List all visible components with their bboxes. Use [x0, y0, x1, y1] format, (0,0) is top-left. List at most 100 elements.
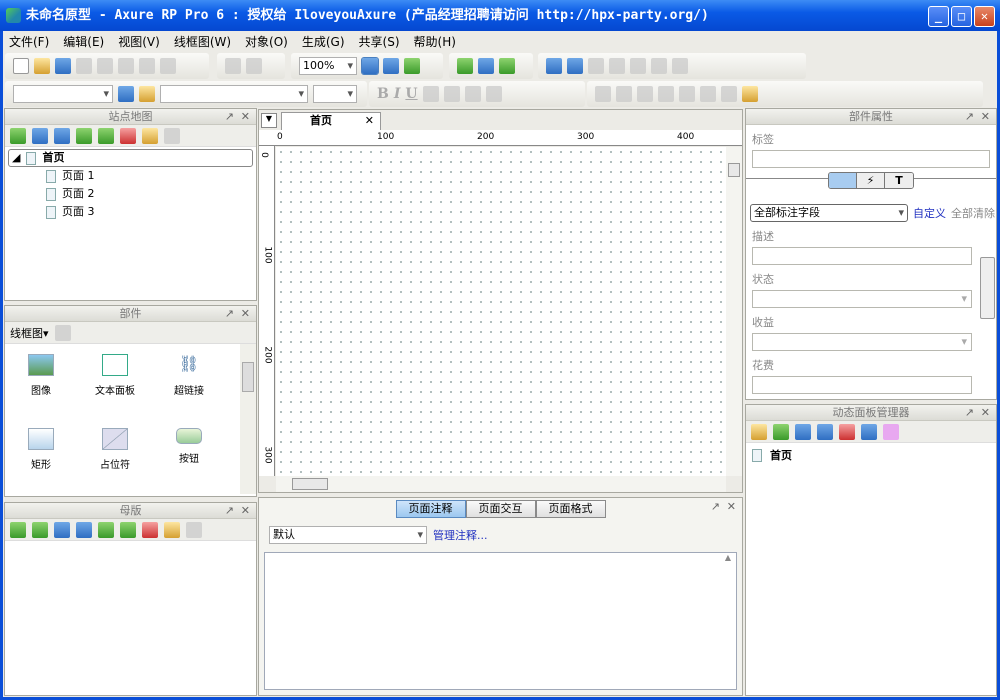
manage-notes-link[interactable]: 管理注释...	[433, 527, 488, 543]
notes-textarea[interactable]: ▲	[264, 552, 737, 690]
vertical-scrollbar[interactable]	[726, 147, 742, 476]
notes-scrollbar[interactable]: ▲	[720, 553, 736, 689]
copy-icon[interactable]	[97, 58, 113, 74]
add-state-icon[interactable]	[773, 423, 789, 440]
annotations-tab-icon[interactable]	[829, 173, 857, 188]
formatting-tab-icon[interactable]: T	[885, 173, 913, 188]
font-size-select[interactable]	[313, 85, 357, 103]
rename-icon[interactable]	[164, 521, 180, 538]
pin-icon[interactable]: ↗	[711, 500, 720, 513]
page-item[interactable]: 页面 1	[8, 167, 253, 185]
benefit-select[interactable]	[752, 333, 972, 351]
line-color-icon[interactable]	[567, 58, 583, 74]
pin-icon[interactable]: ↗	[965, 109, 974, 125]
font-select[interactable]	[160, 85, 308, 103]
widget-library-select[interactable]: 线框图▾	[10, 325, 49, 341]
generate-other-icon[interactable]	[499, 58, 515, 74]
search-icon[interactable]	[186, 521, 202, 538]
open-icon[interactable]	[34, 58, 50, 74]
search-icon[interactable]	[164, 127, 180, 144]
widgets-scrollbar[interactable]	[240, 344, 256, 494]
delete-icon[interactable]	[142, 521, 158, 538]
close-tab-icon[interactable]: ✕	[365, 113, 374, 129]
align-icon[interactable]	[672, 58, 688, 74]
edit-state-icon[interactable]	[861, 423, 877, 440]
move-up-icon[interactable]	[795, 423, 811, 440]
menu-share[interactable]: 共享(S)	[359, 33, 400, 50]
clear-all-link[interactable]: 全部清除	[951, 205, 995, 221]
label-input[interactable]	[752, 150, 990, 168]
widget-placeholder[interactable]: 占位符	[85, 428, 145, 471]
add-folder-icon[interactable]	[32, 521, 48, 538]
menu-view[interactable]: 视图(V)	[118, 33, 160, 50]
close-icon[interactable]: ✕	[241, 503, 250, 519]
move-down-icon[interactable]	[54, 127, 70, 144]
zoom-select[interactable]: 100%	[299, 57, 357, 75]
line-style-icon[interactable]	[609, 58, 625, 74]
delete-icon[interactable]	[839, 423, 855, 440]
cut-icon[interactable]	[76, 58, 92, 74]
rename-icon[interactable]	[142, 127, 158, 144]
close-icon[interactable]: ✕	[727, 500, 736, 513]
widget-rectangle[interactable]: 矩形	[11, 428, 71, 471]
close-icon[interactable]: ✕	[981, 109, 990, 125]
align-left-icon[interactable]	[422, 86, 439, 102]
horizontal-scrollbar[interactable]	[276, 476, 726, 492]
menu-generate[interactable]: 生成(G)	[302, 33, 345, 50]
close-icon[interactable]: ✕	[241, 109, 250, 125]
undo-icon[interactable]	[139, 58, 155, 74]
menu-edit[interactable]: 编辑(E)	[63, 33, 104, 50]
bold-button[interactable]: B	[377, 86, 389, 102]
page-item[interactable]: 页面 2	[8, 185, 253, 203]
generate-word-icon[interactable]	[478, 58, 494, 74]
search-icon[interactable]	[54, 324, 71, 341]
notes-set-select[interactable]: 默认	[269, 526, 427, 544]
close-button[interactable]: ✕	[974, 6, 995, 27]
tab-menu-button[interactable]: ▼	[261, 113, 277, 128]
menu-file[interactable]: 文件(F)	[9, 33, 49, 50]
hide-icon[interactable]	[742, 86, 758, 102]
move-up-icon[interactable]	[32, 127, 48, 144]
outdent-icon[interactable]	[120, 521, 136, 538]
page-root[interactable]: ◢ 首页	[8, 149, 253, 167]
design-canvas[interactable]	[276, 147, 726, 476]
maximize-button[interactable]: □	[951, 6, 972, 27]
generate-html-icon[interactable]	[457, 58, 473, 74]
text-color-icon[interactable]	[485, 86, 502, 102]
format-icon[interactable]	[225, 58, 241, 74]
widget-hyperlink[interactable]: ⛓ 超链接	[159, 354, 219, 397]
add-page-icon[interactable]	[10, 127, 26, 144]
format-painter-icon[interactable]	[139, 86, 155, 102]
dynamic-panel-root[interactable]: 首页	[746, 443, 996, 467]
move-up-icon[interactable]	[54, 521, 70, 538]
italic-button[interactable]: I	[394, 86, 401, 102]
paint-icon[interactable]	[246, 58, 262, 74]
close-icon[interactable]: ✕	[241, 306, 250, 322]
properties-scrollbar[interactable]	[980, 241, 995, 399]
align-objects-icon[interactable]	[679, 86, 695, 102]
ungroup-icon[interactable]	[616, 86, 632, 102]
arrow-style-icon[interactable]	[630, 58, 646, 74]
indent-icon[interactable]	[98, 521, 114, 538]
redo-icon[interactable]	[160, 58, 176, 74]
description-input[interactable]	[752, 247, 972, 265]
menu-wireframe[interactable]: 线框图(W)	[174, 33, 231, 50]
tab-page-format[interactable]: 页面格式	[535, 500, 606, 518]
distribute-icon[interactable]	[700, 86, 716, 102]
group-icon[interactable]	[595, 86, 611, 102]
status-select[interactable]	[752, 290, 972, 308]
bring-front-icon[interactable]	[637, 86, 653, 102]
send-back-icon[interactable]	[658, 86, 674, 102]
minimize-button[interactable]: _	[928, 6, 949, 27]
page-item[interactable]: 页面 3	[8, 203, 253, 221]
outdent-icon[interactable]	[98, 127, 114, 144]
widget-image[interactable]: 图像	[11, 354, 71, 397]
panel-icon[interactable]	[883, 423, 899, 440]
edit-panel-icon[interactable]	[751, 423, 767, 440]
select-mode-icon[interactable]	[361, 57, 379, 75]
connector-icon[interactable]	[404, 58, 420, 74]
effort-input[interactable]	[752, 376, 972, 394]
move-down-icon[interactable]	[817, 423, 833, 440]
paste-icon[interactable]	[118, 58, 134, 74]
tab-page-notes[interactable]: 页面注释	[395, 500, 466, 518]
